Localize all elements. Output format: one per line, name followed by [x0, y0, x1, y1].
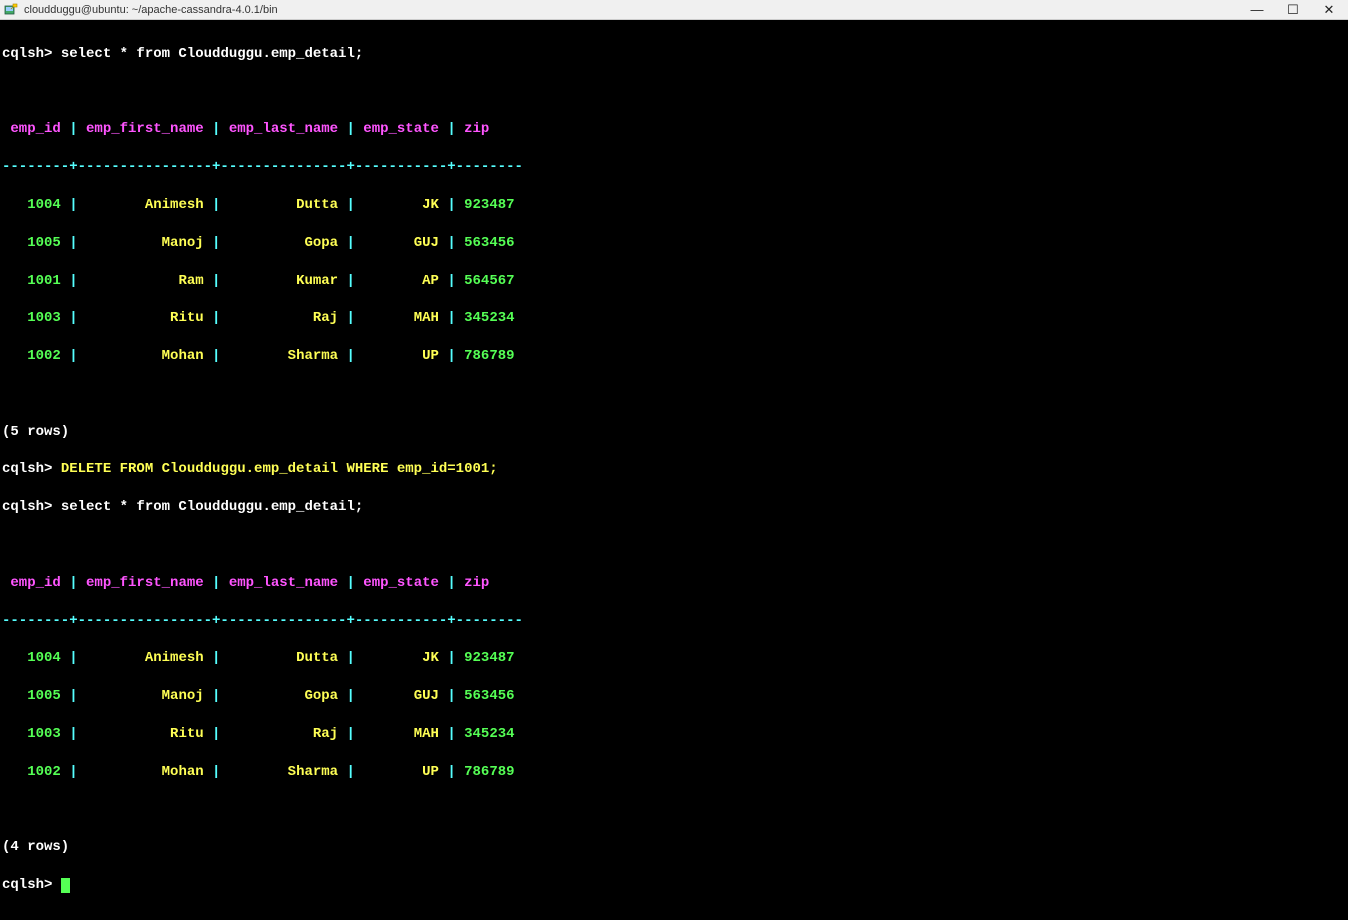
table-row: 1004 | Animesh | Dutta | JK | 923487: [2, 649, 1346, 668]
minimize-button[interactable]: —: [1248, 2, 1266, 18]
col-emp-id: emp_id: [2, 121, 69, 137]
table-row: 1003 | Ritu | Raj | MAH | 345234: [2, 309, 1346, 328]
window-buttons: — ☐ ✕: [1248, 2, 1344, 18]
prompt-line: cqlsh>: [2, 876, 1346, 895]
query-line-3: cqlsh> select * from Cloudduggu.emp_deta…: [2, 498, 1346, 517]
col-emp-last-name: emp_last_name: [220, 121, 346, 137]
close-button[interactable]: ✕: [1320, 2, 1338, 18]
prompt: cqlsh>: [2, 46, 61, 62]
maximize-button[interactable]: ☐: [1284, 2, 1302, 18]
table-row: 1002 | Mohan | Sharma | UP | 786789: [2, 763, 1346, 782]
col-zip: zip: [456, 121, 490, 137]
blank-line: [2, 536, 1346, 555]
putty-icon: [4, 3, 18, 17]
col-emp-first-name: emp_first_name: [78, 121, 212, 137]
table-row: 1001 | Ram | Kumar | AP | 564567: [2, 272, 1346, 291]
prompt: cqlsh>: [2, 461, 61, 477]
table-row: 1005 | Manoj | Gopa | GUJ | 563456: [2, 687, 1346, 706]
table-header-1: emp_id | emp_first_name | emp_last_name …: [2, 120, 1346, 139]
table-row: 1005 | Manoj | Gopa | GUJ | 563456: [2, 234, 1346, 253]
table-row: 1002 | Mohan | Sharma | UP | 786789: [2, 347, 1346, 366]
blank-line: [2, 83, 1346, 102]
rowcount-1: (5 rows): [2, 423, 1346, 442]
blank-line: [2, 385, 1346, 404]
window-title: cloudduggu@ubuntu: ~/apache-cassandra-4.…: [24, 4, 1248, 16]
table-divider: --------+----------------+--------------…: [2, 612, 1346, 631]
cursor: [61, 878, 70, 893]
window-titlebar: cloudduggu@ubuntu: ~/apache-cassandra-4.…: [0, 0, 1348, 20]
delete-query: DELETE FROM Cloudduggu.emp_detail WHERE …: [61, 461, 498, 477]
table-header-2: emp_id | emp_first_name | emp_last_name …: [2, 574, 1346, 593]
table-divider: --------+----------------+--------------…: [2, 158, 1346, 177]
col-emp-state: emp_state: [355, 121, 447, 137]
select-query-2: select * from Cloudduggu.emp_detail;: [61, 499, 363, 515]
select-query-1: select * from Cloudduggu.emp_detail;: [61, 46, 363, 62]
rowcount-2: (4 rows): [2, 838, 1346, 857]
prompt: cqlsh>: [2, 499, 61, 515]
terminal[interactable]: cqlsh> select * from Cloudduggu.emp_deta…: [0, 20, 1348, 920]
query-line-2: cqlsh> DELETE FROM Cloudduggu.emp_detail…: [2, 460, 1346, 479]
prompt: cqlsh>: [2, 877, 61, 893]
query-line-1: cqlsh> select * from Cloudduggu.emp_deta…: [2, 45, 1346, 64]
blank-line: [2, 801, 1346, 820]
table-row: 1003 | Ritu | Raj | MAH | 345234: [2, 725, 1346, 744]
table-row: 1004 | Animesh | Dutta | JK | 923487: [2, 196, 1346, 215]
